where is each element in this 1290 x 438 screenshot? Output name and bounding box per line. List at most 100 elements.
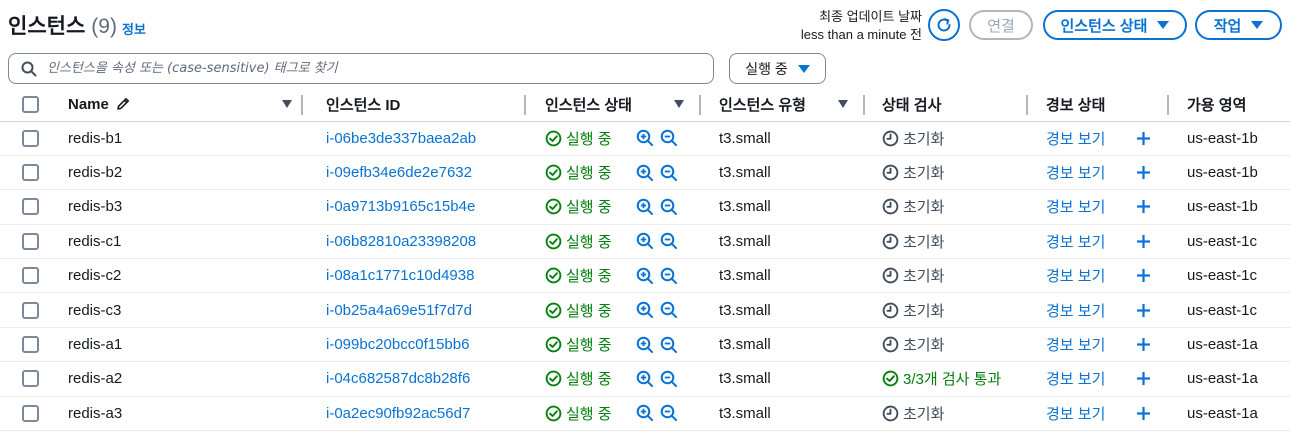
add-alarm-button[interactable] bbox=[1136, 268, 1151, 283]
table-row[interactable]: redis-c3 i-0b25a4a69e51f7d7d 실행 중 t3.small 초… bbox=[0, 292, 1290, 328]
zoom-in-icon bbox=[636, 301, 653, 319]
status-check-cell: 초기화 bbox=[865, 224, 1028, 260]
add-alarm-button[interactable] bbox=[1136, 131, 1151, 146]
row-checkbox[interactable] bbox=[22, 198, 39, 216]
zoom-in-button[interactable] bbox=[636, 301, 654, 319]
zoom-out-button[interactable] bbox=[660, 198, 678, 216]
column-header-instance-id[interactable]: 인스턴스 ID bbox=[303, 88, 526, 122]
table-row[interactable]: redis-a2 i-04c682587dc8b28f6 실행 중 t3.small 3… bbox=[0, 361, 1290, 397]
sort-icon[interactable] bbox=[674, 100, 684, 108]
instance-state-button[interactable]: 인스턴스 상태 bbox=[1043, 10, 1187, 40]
alarm-status-cell: 경보 보기 bbox=[1028, 258, 1169, 294]
view-alarms-link[interactable]: 경보 보기 bbox=[1046, 334, 1105, 355]
instance-id-link[interactable]: i-0b25a4a69e51f7d7d bbox=[326, 302, 472, 319]
state-text: 실행 중 bbox=[566, 199, 612, 217]
status-check-cell: 초기화 bbox=[865, 258, 1028, 294]
pencil-icon bbox=[117, 98, 129, 111]
row-checkbox[interactable] bbox=[22, 267, 39, 285]
row-select-cell bbox=[0, 189, 50, 225]
name-cell: redis-b2 bbox=[50, 155, 303, 191]
instance-id-link[interactable]: i-099bc20bcc0f15bb6 bbox=[326, 336, 469, 353]
add-alarm-button[interactable] bbox=[1136, 165, 1151, 180]
zoom-in-button[interactable] bbox=[636, 164, 654, 182]
zoom-in-button[interactable] bbox=[636, 267, 654, 285]
zoom-in-button[interactable] bbox=[636, 336, 654, 354]
zoom-out-button[interactable] bbox=[660, 370, 678, 388]
table-row[interactable]: redis-b1 i-06be3de337baea2ab 실행 중 t3.small 초… bbox=[0, 121, 1290, 156]
column-header-alarm-status[interactable]: 경보 상태 bbox=[1028, 88, 1169, 122]
view-alarms-link[interactable]: 경보 보기 bbox=[1046, 300, 1105, 321]
view-alarms-link[interactable]: 경보 보기 bbox=[1046, 265, 1105, 286]
instance-id-link[interactable]: i-06b82810a23398208 bbox=[326, 233, 476, 250]
instance-id-link[interactable]: i-08a1c1771c10d4938 bbox=[326, 267, 474, 284]
zoom-out-button[interactable] bbox=[660, 129, 678, 147]
view-alarms-link[interactable]: 경보 보기 bbox=[1046, 128, 1105, 149]
view-alarms-link[interactable]: 경보 보기 bbox=[1046, 162, 1105, 183]
column-instance-state-label: 인스턴스 상태 bbox=[545, 96, 632, 114]
view-alarms-link[interactable]: 경보 보기 bbox=[1046, 403, 1105, 424]
zoom-out-button[interactable] bbox=[660, 301, 678, 319]
add-alarm-button[interactable] bbox=[1136, 303, 1151, 318]
header-select-all bbox=[0, 88, 50, 122]
instance-id-link[interactable]: i-0a2ec90fb92ac56d7 bbox=[326, 405, 470, 422]
view-alarms-link[interactable]: 경보 보기 bbox=[1046, 368, 1105, 389]
zoom-out-button[interactable] bbox=[660, 404, 678, 422]
select-all-checkbox[interactable] bbox=[22, 95, 39, 113]
table-row[interactable]: redis-a3 i-0a2ec90fb92ac56d7 실행 중 t3.small 초… bbox=[0, 396, 1290, 432]
row-checkbox[interactable] bbox=[22, 404, 39, 422]
column-header-instance-state[interactable]: 인스턴스 상태 bbox=[526, 88, 701, 122]
zoom-in-button[interactable] bbox=[636, 370, 654, 388]
zoom-out-button[interactable] bbox=[660, 336, 678, 354]
caret-down-icon bbox=[1157, 21, 1170, 29]
add-alarm-button[interactable] bbox=[1136, 199, 1151, 214]
zoom-out-button[interactable] bbox=[660, 267, 678, 285]
add-alarm-button[interactable] bbox=[1136, 371, 1151, 386]
sort-icon[interactable] bbox=[838, 100, 848, 108]
view-alarms-link[interactable]: 경보 보기 bbox=[1046, 231, 1105, 252]
availability-zone-cell: us-east-1a bbox=[1169, 327, 1290, 363]
instance-id-link[interactable]: i-09efb34e6de2e7632 bbox=[326, 164, 472, 181]
zoom-out-button[interactable] bbox=[660, 164, 678, 182]
zoom-in-button[interactable] bbox=[636, 198, 654, 216]
state-filter-select[interactable]: 실행 중 bbox=[729, 53, 826, 84]
add-alarm-button[interactable] bbox=[1136, 406, 1151, 421]
column-header-status-check[interactable]: 상태 검사 bbox=[865, 88, 1028, 122]
name-cell: redis-b1 bbox=[50, 121, 303, 156]
table-row[interactable]: redis-b2 i-09efb34e6de2e7632 실행 중 t3.small 초… bbox=[0, 155, 1290, 191]
zoom-out-button[interactable] bbox=[660, 232, 678, 250]
instance-state-cell: 실행 중 bbox=[526, 224, 701, 260]
row-checkbox[interactable] bbox=[22, 301, 39, 319]
instance-id-link[interactable]: i-04c682587dc8b28f6 bbox=[326, 370, 470, 387]
instance-id-link[interactable]: i-0a9713b9165c15b4e bbox=[326, 198, 475, 215]
zoom-in-button[interactable] bbox=[636, 129, 654, 147]
column-header-name[interactable]: Name bbox=[50, 88, 303, 122]
table-row[interactable]: redis-a1 i-099bc20bcc0f15bb6 실행 중 t3.small 초… bbox=[0, 327, 1290, 363]
row-checkbox[interactable] bbox=[22, 129, 39, 147]
sort-icon[interactable] bbox=[282, 100, 292, 108]
info-link[interactable]: 정보 bbox=[122, 19, 146, 38]
add-alarm-button[interactable] bbox=[1136, 337, 1151, 352]
row-checkbox[interactable] bbox=[22, 164, 39, 182]
add-alarm-button[interactable] bbox=[1136, 234, 1151, 249]
actions-button[interactable]: 작업 bbox=[1195, 10, 1282, 40]
refresh-button[interactable] bbox=[928, 9, 960, 41]
search-bar[interactable] bbox=[8, 53, 714, 84]
column-header-instance-type[interactable]: 인스턴스 유형 bbox=[701, 88, 865, 122]
view-alarms-link[interactable]: 경보 보기 bbox=[1046, 196, 1105, 217]
table-row[interactable]: redis-c1 i-06b82810a23398208 실행 중 t3.small 초… bbox=[0, 224, 1290, 260]
search-input[interactable] bbox=[47, 61, 687, 76]
table-row[interactable]: redis-b3 i-0a9713b9165c15b4e 실행 중 t3.small 초… bbox=[0, 189, 1290, 225]
connect-button[interactable]: 연결 bbox=[969, 10, 1033, 40]
alarm-status-cell: 경보 보기 bbox=[1028, 361, 1169, 397]
alarm-status-cell: 경보 보기 bbox=[1028, 327, 1169, 363]
column-header-availability-zone[interactable]: 가용 영역 bbox=[1169, 88, 1290, 122]
row-checkbox[interactable] bbox=[22, 336, 39, 354]
instance-id-link[interactable]: i-06be3de337baea2ab bbox=[326, 130, 476, 147]
table-row[interactable]: redis-c2 i-08a1c1771c10d4938 실행 중 t3.small 초… bbox=[0, 258, 1290, 294]
alarm-status-cell: 경보 보기 bbox=[1028, 224, 1169, 260]
row-checkbox[interactable] bbox=[22, 370, 39, 388]
state-text: 실행 중 bbox=[566, 165, 612, 183]
zoom-in-button[interactable] bbox=[636, 404, 654, 422]
zoom-in-button[interactable] bbox=[636, 232, 654, 250]
row-checkbox[interactable] bbox=[22, 232, 39, 250]
